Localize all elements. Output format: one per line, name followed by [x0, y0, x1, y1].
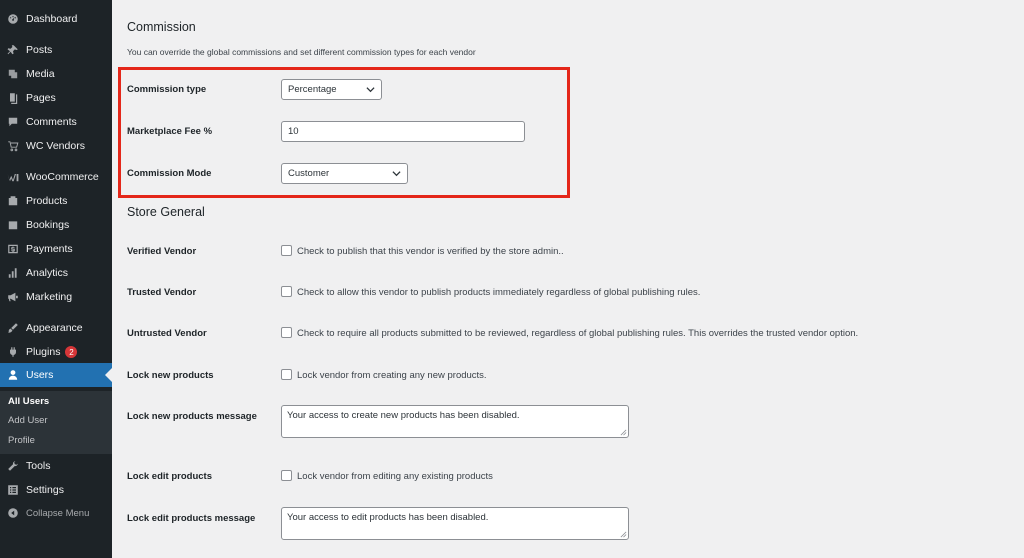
- sidebar-item-products[interactable]: Products: [0, 189, 112, 213]
- untrusted-vendor-checkbox[interactable]: [281, 327, 292, 338]
- resize-handle-icon[interactable]: [620, 531, 627, 538]
- lock-edit-products-checkbox[interactable]: [281, 470, 292, 481]
- sidebar-item-appearance[interactable]: Appearance: [0, 316, 112, 340]
- commission-heading: Commission: [127, 20, 196, 34]
- sidebar-item-pages[interactable]: Pages: [0, 86, 112, 110]
- sidebar-item-label: Media: [26, 68, 55, 80]
- lock-new-products-description: Lock vendor from creating any new produc…: [297, 370, 487, 381]
- untrusted-vendor-label: Untrusted Vendor: [127, 328, 207, 339]
- sidebar-item-plugins[interactable]: Plugins 2: [0, 340, 112, 364]
- commission-description: You can override the global commissions …: [127, 47, 476, 57]
- marketplace-fee-value: 10: [288, 126, 299, 137]
- trusted-vendor-checkbox[interactable]: [281, 286, 292, 297]
- sidebar-item-woocommerce[interactable]: WooCommerce: [0, 165, 112, 189]
- sidebar-item-label: WC Vendors: [26, 140, 85, 152]
- lock-edit-products-message-textarea[interactable]: Your access to edit products has been di…: [281, 507, 629, 540]
- pin-icon: [6, 43, 20, 57]
- woo-icon: [6, 170, 20, 184]
- user-icon: [6, 368, 20, 382]
- lock-edit-products-description: Lock vendor from editing any existing pr…: [297, 471, 493, 482]
- dashboard-icon: [6, 12, 20, 26]
- products-icon: [6, 194, 20, 208]
- sidebar-item-label: Products: [26, 195, 68, 207]
- commission-mode-value: Customer: [288, 168, 330, 179]
- sidebar-item-payments[interactable]: Payments: [0, 237, 112, 261]
- active-menu-arrow: [105, 368, 112, 382]
- commission-mode-select[interactable]: Customer: [281, 163, 408, 184]
- trusted-vendor-label: Trusted Vendor: [127, 287, 197, 298]
- calendar-icon: [6, 218, 20, 232]
- sidebar-item-wc-vendors[interactable]: WC Vendors: [0, 134, 112, 158]
- commission-type-select[interactable]: Percentage: [281, 79, 382, 100]
- marketplace-fee-input[interactable]: 10: [281, 121, 525, 142]
- media-icon: [6, 67, 20, 81]
- sidebar-item-label: Users: [26, 369, 54, 381]
- vendor-settings-content: Commission You can override the global c…: [112, 0, 1024, 558]
- sidebar-item-label: Marketing: [26, 291, 73, 303]
- sidebar-item-label: Dashboard: [26, 13, 78, 25]
- collapse-icon: [6, 506, 20, 520]
- sidebar-item-settings[interactable]: Settings: [0, 478, 112, 502]
- marketplace-fee-label: Marketplace Fee %: [127, 126, 213, 137]
- sidebar-item-label: Settings: [26, 484, 64, 496]
- pages-icon: [6, 91, 20, 105]
- sidebar-item-marketing[interactable]: Marketing: [0, 285, 112, 309]
- submenu-profile[interactable]: Profile: [8, 435, 35, 446]
- dollar-icon: [6, 242, 20, 256]
- sidebar-item-analytics[interactable]: Analytics: [0, 261, 112, 285]
- chart-icon: [6, 266, 20, 280]
- verified-vendor-description: Check to publish that this vendor is ver…: [297, 246, 564, 257]
- lock-edit-products-label: Lock edit products: [127, 471, 212, 482]
- lock-new-products-message-label: Lock new products message: [127, 411, 257, 422]
- verified-vendor-label: Verified Vendor: [127, 246, 197, 257]
- sidebar-item-label: Appearance: [26, 322, 83, 334]
- commission-mode-label: Commission Mode: [127, 168, 212, 179]
- sidebar-item-label: Tools: [26, 460, 51, 472]
- resize-handle-icon[interactable]: [620, 429, 627, 436]
- users-submenu: All Users Add User Profile: [0, 391, 112, 454]
- wrench-icon: [6, 459, 20, 473]
- sidebar-item-dashboard[interactable]: Dashboard: [0, 7, 112, 31]
- sidebar-item-posts[interactable]: Posts: [0, 38, 112, 62]
- store-general-heading: Store General: [127, 205, 205, 219]
- chevron-down-icon: [366, 87, 375, 93]
- update-count-badge: 2: [65, 346, 78, 358]
- lock-edit-products-message-value: Your access to edit products has been di…: [287, 512, 489, 523]
- sidebar-item-label: Comments: [26, 116, 77, 128]
- untrusted-vendor-description: Check to require all products submitted …: [297, 328, 859, 339]
- commission-type-label: Commission type: [127, 84, 207, 95]
- brush-icon: [6, 321, 20, 335]
- sidebar-item-tools[interactable]: Tools: [0, 454, 112, 478]
- submenu-add-user[interactable]: Add User: [8, 415, 48, 426]
- comments-icon: [6, 115, 20, 129]
- collapse-menu-button[interactable]: Collapse Menu: [0, 501, 112, 525]
- lock-new-products-label: Lock new products: [127, 370, 214, 381]
- sidebar-item-users[interactable]: Users: [0, 363, 112, 387]
- sidebar-item-label: Posts: [26, 44, 53, 56]
- cart-icon: [6, 139, 20, 153]
- chevron-down-icon: [392, 171, 401, 177]
- sidebar-item-label: Analytics: [26, 267, 69, 279]
- collapse-menu-label: Collapse Menu: [26, 507, 90, 519]
- sidebar-item-media[interactable]: Media: [0, 62, 112, 86]
- settings-icon: [6, 483, 20, 497]
- sidebar-item-label: Bookings: [26, 219, 70, 231]
- lock-edit-products-message-label: Lock edit products message: [127, 513, 256, 524]
- sidebar-item-label: Payments: [26, 243, 73, 255]
- megaphone-icon: [6, 290, 20, 304]
- verified-vendor-checkbox[interactable]: [281, 245, 292, 256]
- submenu-all-users[interactable]: All Users: [8, 396, 49, 407]
- lock-new-products-message-value: Your access to create new products has b…: [287, 410, 520, 421]
- trusted-vendor-description: Check to allow this vendor to publish pr…: [297, 287, 701, 298]
- sidebar-item-comments[interactable]: Comments: [0, 110, 112, 134]
- sidebar-item-label: Plugins: [26, 346, 61, 358]
- commission-type-value: Percentage: [288, 84, 337, 95]
- sidebar-item-bookings[interactable]: Bookings: [0, 213, 112, 237]
- lock-new-products-checkbox[interactable]: [281, 369, 292, 380]
- sidebar-item-label: Pages: [26, 92, 56, 104]
- sidebar-item-label: WooCommerce: [26, 171, 99, 183]
- admin-sidebar: Dashboard Posts Media Pages Comments WC …: [0, 0, 112, 558]
- lock-new-products-message-textarea[interactable]: Your access to create new products has b…: [281, 405, 629, 438]
- plug-icon: [6, 345, 20, 359]
